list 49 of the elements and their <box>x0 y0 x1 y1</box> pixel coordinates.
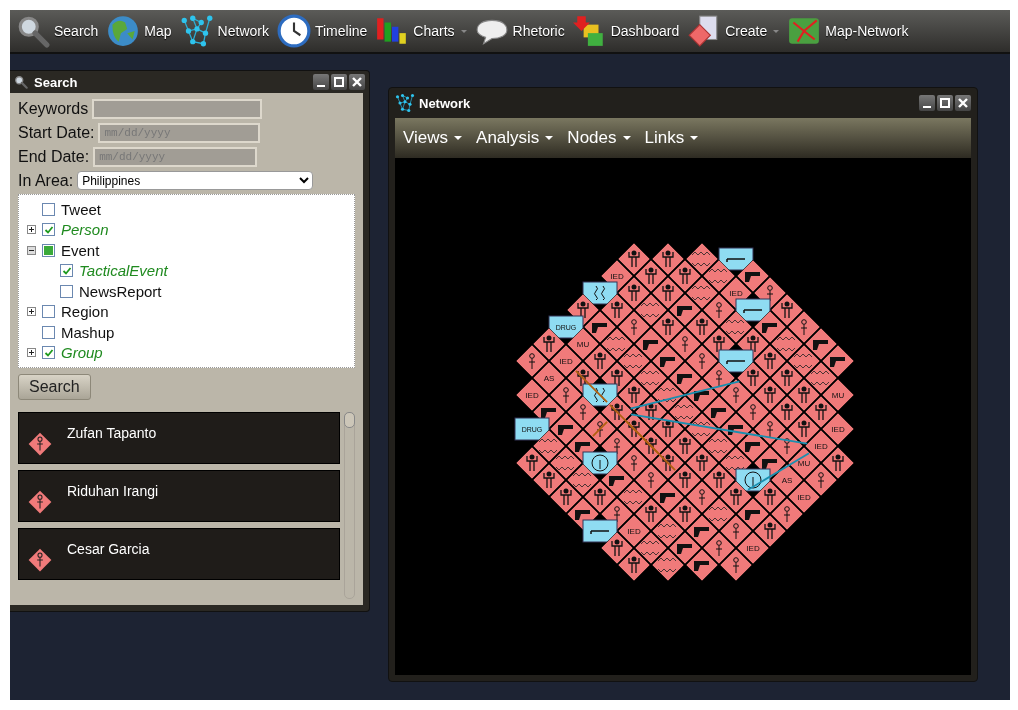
tree-item-label[interactable]: Tweet <box>61 200 102 218</box>
window-title: Network <box>419 95 471 111</box>
toolbar-button[interactable]: Network <box>179 14 269 48</box>
result-card[interactable]: Cesar Garcia <box>18 528 340 580</box>
toolbar-button[interactable]: Map <box>106 14 172 48</box>
node-label: IED <box>797 493 811 502</box>
tree-item-label[interactable]: Person <box>61 221 109 239</box>
node-label: IED <box>610 272 624 281</box>
field-label: End Date: <box>18 148 90 166</box>
node-label: IED <box>729 289 743 298</box>
field-label: Keywords <box>18 100 89 118</box>
tree-item-label[interactable]: Event <box>61 241 100 259</box>
node-label: IED <box>525 391 539 400</box>
toolbar-button[interactable]: Timeline <box>276 14 368 48</box>
tree-item-label[interactable]: Mashup <box>61 323 115 341</box>
tree-item-label[interactable]: TacticalEvent <box>79 262 168 280</box>
panel-title: Search <box>34 74 78 90</box>
node-label: AS <box>781 476 793 485</box>
toolbar-button[interactable]: Charts <box>375 14 467 48</box>
field-label: In Area: <box>18 171 74 190</box>
node-label: MU <box>831 391 845 400</box>
toolbar-button[interactable]: Create <box>687 14 780 48</box>
result-name: Riduhan Irangi <box>67 483 159 499</box>
node-label: IED <box>627 527 641 536</box>
node-label: MU <box>797 459 811 468</box>
menu-button[interactable]: Views <box>403 128 463 148</box>
tree-item-label[interactable]: NewsReport <box>79 282 162 300</box>
result-card[interactable]: Riduhan Irangi <box>18 470 340 522</box>
node-label: MU <box>576 340 590 349</box>
node-label: IED <box>746 544 760 553</box>
node-label: IED <box>814 442 828 451</box>
toolbar-button[interactable]: Dashboard <box>572 14 680 48</box>
node-label: IED <box>831 425 845 434</box>
search-button[interactable]: Search <box>18 374 91 400</box>
result-card[interactable]: Zufan Tapanto <box>18 412 340 464</box>
toolbar-button[interactable]: Search <box>16 14 99 48</box>
menu-button[interactable]: Nodes <box>567 128 631 148</box>
tree-item-label[interactable]: Region <box>61 303 109 321</box>
result-name: Cesar Garcia <box>67 541 150 557</box>
tree-item-label[interactable]: Group <box>61 344 103 362</box>
area-dropdown[interactable]: Philippines <box>77 171 314 190</box>
result-name: Zufan Tapanto <box>67 425 157 441</box>
node-label: AS <box>543 374 555 383</box>
field-label: Start Date: <box>18 124 95 142</box>
node-label: IED <box>559 357 573 366</box>
toolbar-button[interactable]: Rhetoric <box>474 14 565 48</box>
menu-button[interactable]: Analysis <box>476 128 554 148</box>
menu-button[interactable]: Links <box>644 128 699 148</box>
toolbar-button[interactable]: Map-Network <box>787 14 909 48</box>
